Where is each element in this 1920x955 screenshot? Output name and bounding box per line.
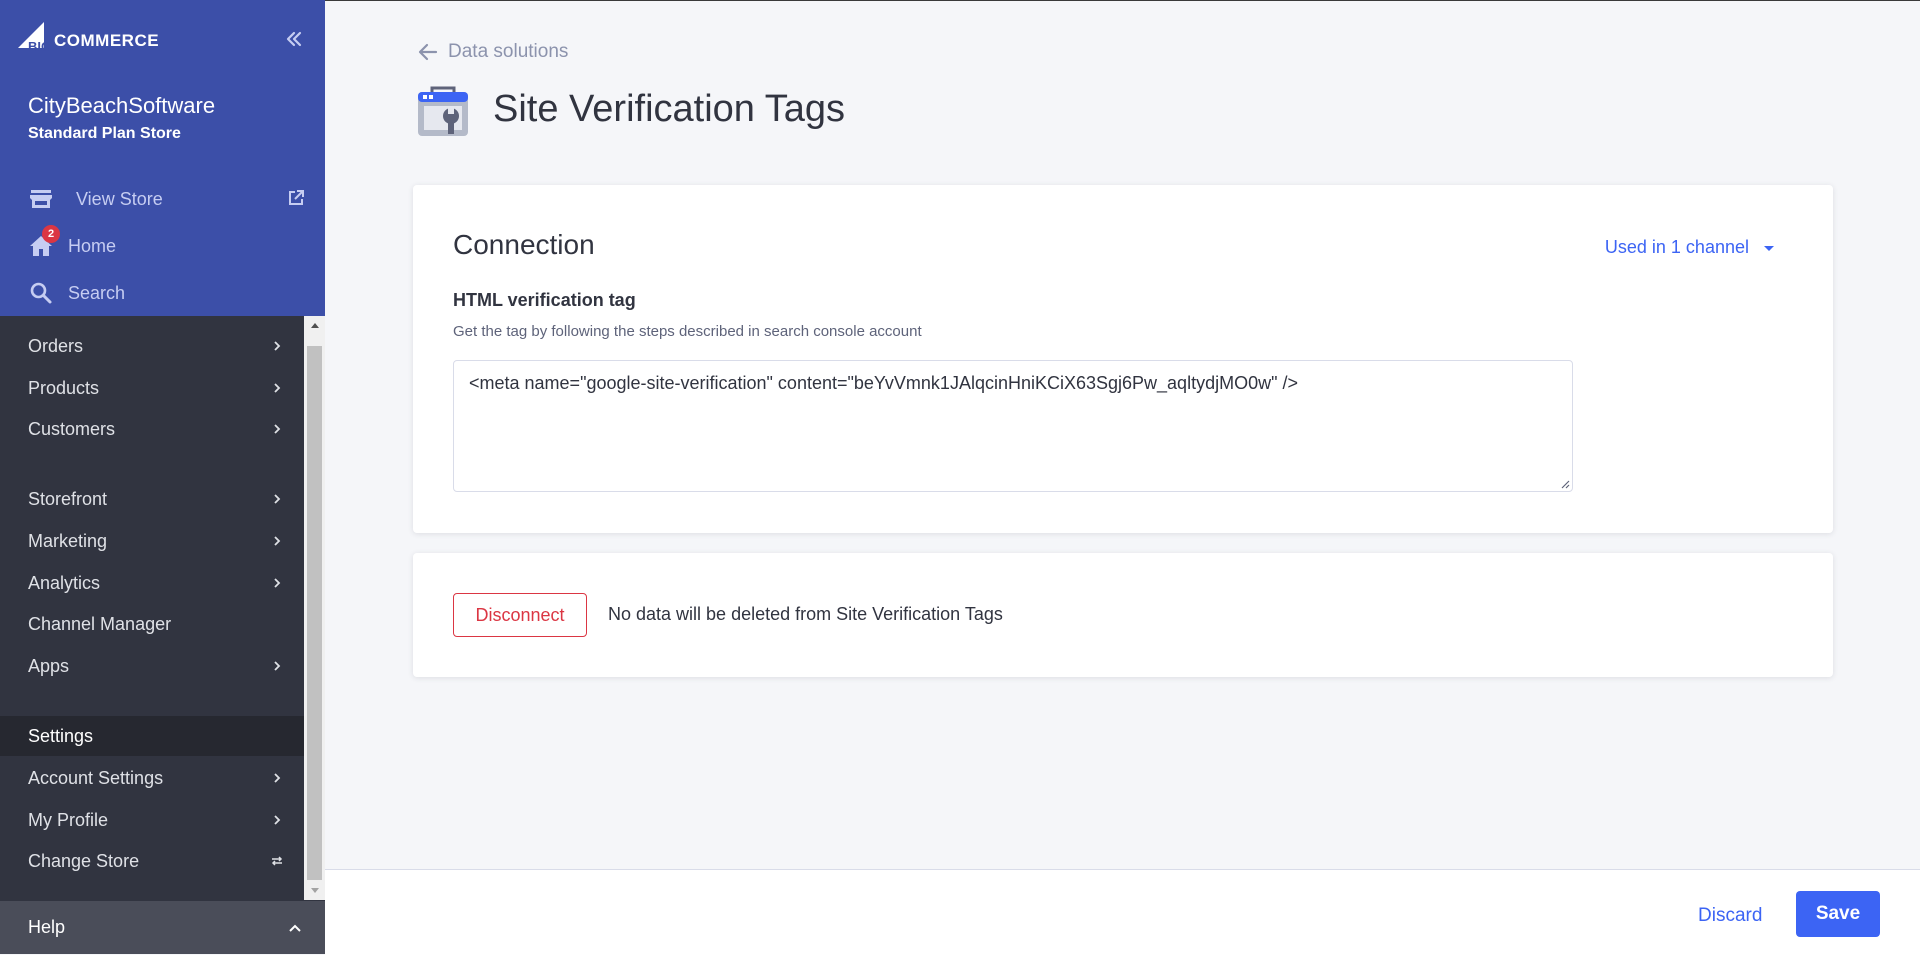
nav-item-label: Account Settings [28, 767, 164, 788]
verification-tag-textarea[interactable]: <meta name="google-site-verification" co… [453, 360, 1573, 492]
help-menu[interactable]: Help [0, 901, 325, 954]
save-button[interactable]: Save [1796, 891, 1880, 937]
disconnect-note: No data will be deleted from Site Verifi… [608, 604, 1003, 624]
nav-item-label: Apps [28, 655, 70, 676]
home-icon: 2 [28, 225, 60, 259]
channel-usage-label: Used in 1 channel [1604, 237, 1749, 257]
discard-button[interactable]: Discard [1698, 905, 1762, 927]
scroll-down-arrow-icon[interactable] [304, 882, 325, 900]
disconnect-button[interactable]: Disconnect [453, 593, 587, 637]
chevron-right-icon [274, 815, 281, 825]
chevron-right-icon [274, 536, 281, 546]
top-divider [325, 0, 1920, 1]
nav-item-analytics[interactable]: Analytics [0, 563, 304, 603]
store-name: CityBeachSoftware [28, 93, 216, 118]
chevron-right-icon [274, 773, 281, 783]
nav-item-label: Settings [28, 725, 94, 746]
view-store-label: View Store [76, 188, 163, 209]
disconnect-card: Disconnect No data will be deleted from … [413, 553, 1833, 677]
nav-item-marketing[interactable]: Marketing [0, 521, 304, 561]
action-footer: Discard Save [325, 869, 1920, 955]
sidebar: BIG COMMERCE CityBeachSoftware Standard … [0, 0, 325, 954]
nav-item-products[interactable]: Products [0, 368, 304, 408]
nav-item-change-store[interactable]: Change Store [0, 841, 304, 881]
nav-item-label: Products [28, 377, 100, 398]
store-plan: Standard Plan Store [28, 125, 181, 142]
chevron-right-icon [274, 494, 281, 504]
logo-text: COMMERCE [54, 31, 160, 50]
nav-item-account-settings[interactable]: Account Settings [0, 758, 304, 798]
nav-item-label: Channel Manager [28, 613, 172, 634]
help-label: Help [28, 917, 66, 937]
nav-item-label: Analytics [28, 572, 101, 593]
chevron-up-icon [289, 924, 301, 932]
app-icon [416, 86, 470, 138]
nav-item-label: Marketing [28, 530, 108, 551]
chevron-right-icon [274, 341, 281, 351]
nav-item-customers[interactable]: Customers [0, 409, 304, 449]
caret-down-icon [1764, 245, 1774, 251]
chevron-right-icon [274, 424, 281, 434]
resize-grip-icon[interactable] [1560, 479, 1570, 489]
svg-text:BIG: BIG [28, 39, 51, 54]
nav-item-label: Customers [28, 418, 116, 439]
home-label: Home [68, 235, 117, 256]
sidebar-header: BIG COMMERCE CityBeachSoftware Standard … [0, 0, 325, 316]
connection-title: Connection [453, 229, 595, 260]
scroll-up-arrow-icon[interactable] [304, 316, 325, 334]
sidebar-scrollbar[interactable] [304, 316, 325, 900]
nav-item-label: Change Store [28, 850, 140, 871]
channel-usage-dropdown[interactable]: Used in 1 channel [1605, 237, 1775, 258]
chevron-right-icon [274, 383, 281, 393]
nav-item-my-profile[interactable]: My Profile [0, 800, 304, 840]
arrow-left-icon [418, 43, 438, 61]
nav-item-channel-manager[interactable]: Channel Manager [0, 604, 304, 644]
swap-icon [271, 856, 283, 866]
chevron-right-icon [274, 661, 281, 671]
nav-item-label: My Profile [28, 809, 109, 830]
search-icon [28, 280, 54, 306]
verification-tag-value: <meta name="google-site-verification" co… [469, 373, 1298, 393]
logo-icon: BIG [18, 22, 51, 54]
nav-item-settings[interactable]: Settings [0, 716, 304, 756]
verification-tag-label: HTML verification tag [453, 290, 636, 310]
nav-item-orders[interactable]: Orders [0, 326, 304, 366]
collapse-sidebar-icon[interactable] [283, 28, 305, 50]
search-label: Search [68, 282, 126, 303]
home-link[interactable]: 2 Home [28, 225, 117, 261]
search-link[interactable]: Search [28, 278, 125, 308]
external-link-icon[interactable] [287, 189, 305, 207]
page-title: Site Verification Tags [493, 88, 846, 130]
chevron-right-icon [274, 578, 281, 588]
nav-item-storefront[interactable]: Storefront [0, 479, 304, 519]
nav-item-label: Storefront [28, 488, 108, 509]
notification-badge: 2 [42, 225, 60, 243]
connection-card: Connection Used in 1 channel HTML verifi… [413, 185, 1833, 533]
breadcrumb[interactable]: Data solutions [416, 40, 568, 64]
bigcommerce-logo[interactable]: BIG COMMERCE [18, 20, 159, 54]
view-store-link[interactable]: View Store [28, 184, 163, 214]
nav-item-label: Orders [28, 335, 84, 356]
nav-item-apps[interactable]: Apps [0, 646, 304, 686]
scrollbar-thumb[interactable] [307, 346, 322, 880]
verification-tag-description: Get the tag by following the steps descr… [453, 323, 922, 340]
breadcrumb-label: Data solutions [448, 41, 569, 62]
storefront-icon [28, 186, 54, 212]
